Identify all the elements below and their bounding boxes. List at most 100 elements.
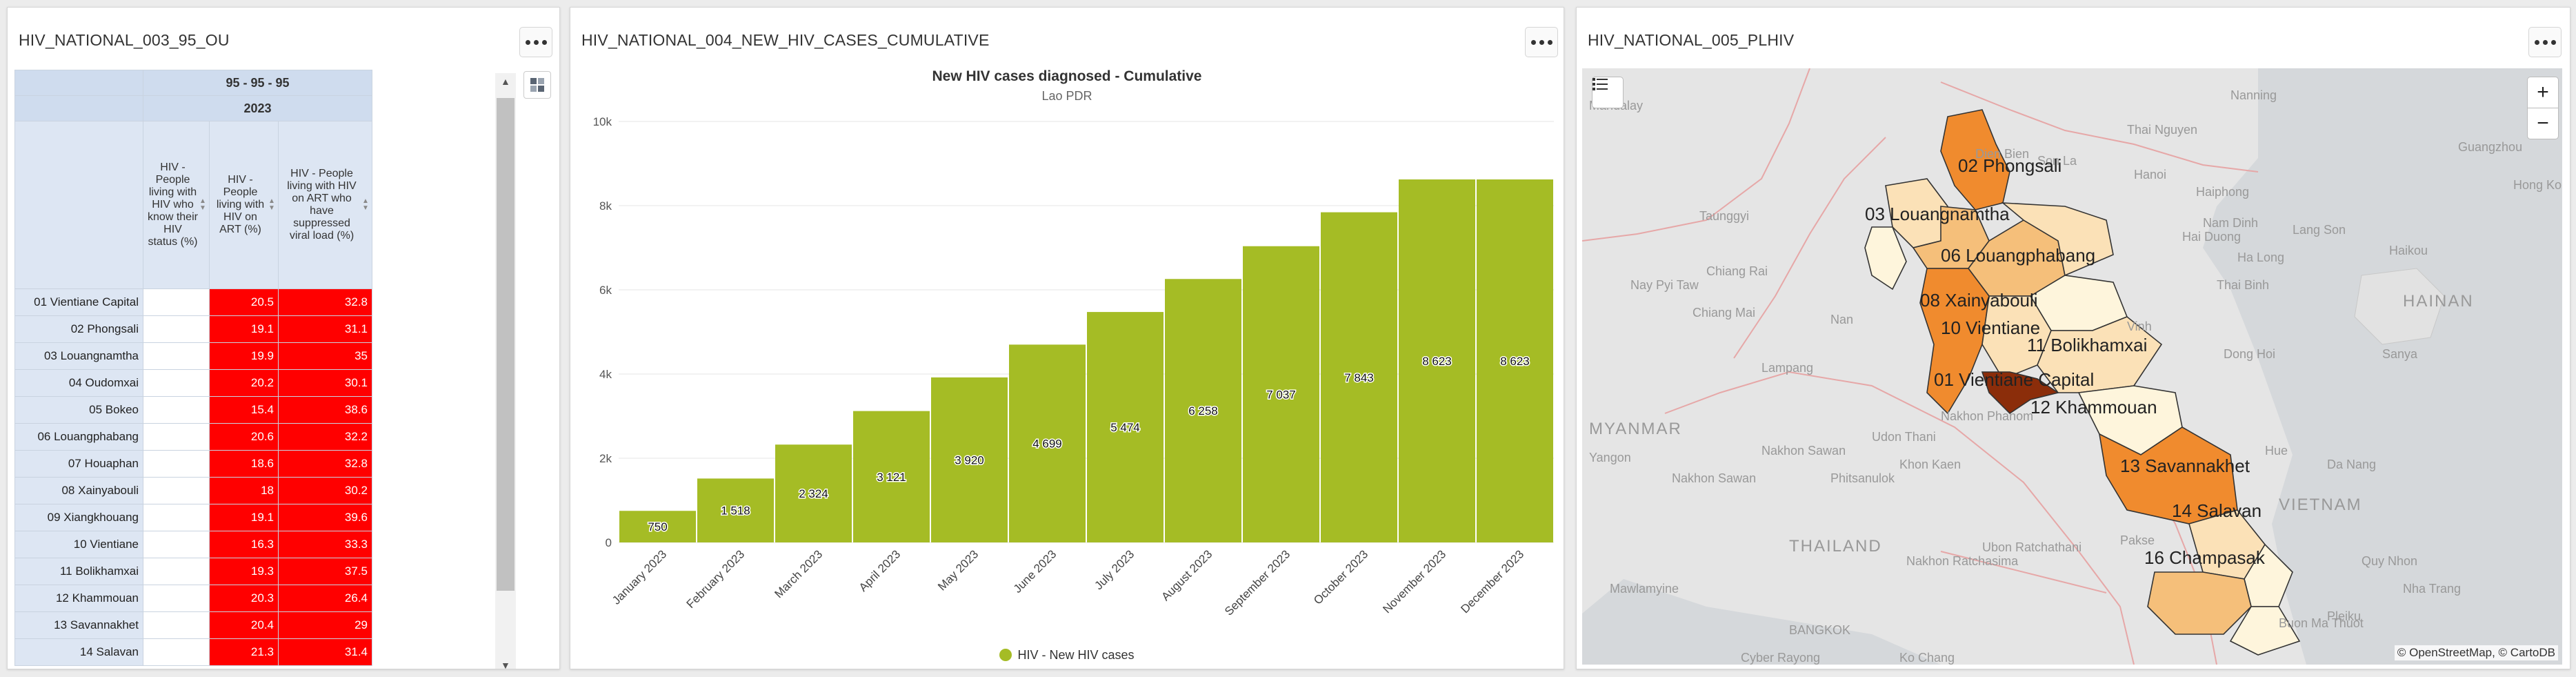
row-label: 11 Bolikhamxai [14,558,143,585]
row-label: 01 Vientiane Capital [14,288,143,316]
sort-icon[interactable]: ▲ ▼ [199,198,206,212]
bar-value-label: 3 121 [877,471,906,484]
table-corner [14,70,143,96]
header-group: 95 - 95 - 95 [143,70,372,96]
base-map-label: Lang Son [2293,223,2346,237]
table-cell [143,585,210,612]
more-options-button[interactable] [519,27,552,57]
scrollbar-thumb[interactable] [497,98,515,591]
column-header[interactable]: HIV - People living with HIV on ART who … [278,121,372,289]
base-map-label: Hai Duong [2182,230,2241,244]
table-cell [143,611,210,639]
row-label: 14 Salavan [14,638,143,666]
panel-title: HIV_NATIONAL_003_95_OU [19,31,230,49]
table-cell [143,638,210,666]
legend-label: HIV - New HIV cases [1017,648,1135,662]
base-map-label: Thai Binh [2217,278,2269,292]
base-map-label: Cyber Rayong [1741,651,1820,665]
x-tick-label: March 2023 [772,547,825,600]
base-map-label: Nay Pyi Taw [1630,278,1699,292]
table-cell: 35 [278,342,372,370]
sort-icon[interactable]: ▲ ▼ [362,198,369,212]
table-row: 11 Bolikhamxai 19.3 37.5 [14,558,372,585]
province-champasak[interactable] [2147,571,2252,635]
chart-legend[interactable]: HIV - New HIV cases [570,648,1564,663]
zoom-out-button[interactable]: − [2527,108,2559,139]
table-cell: 33.3 [278,531,372,558]
table-cell: 39.6 [278,504,372,531]
x-tick-label: February 2023 [684,547,748,611]
table-cell: 20.6 [209,423,279,451]
row-label: 02 Phongsali [14,315,143,343]
table-cell [143,315,210,343]
base-map-label: Pakse [2120,533,2155,547]
table-cell: 19.1 [209,315,279,343]
column-header-label: HIV - People living with HIV on ART (%) [216,174,265,235]
base-map-label: Guangzhou [2458,140,2522,154]
table-row: 13 Savannakhet 20.4 29 [14,611,372,639]
base-map-label: Khon Kaen [1899,458,1961,471]
base-map-label: Ko Chang [1899,651,1955,665]
bar-value-label: 750 [648,520,667,533]
table-cell: 37.5 [278,558,372,585]
column-header[interactable]: HIV - People living with HIV on ART (%) ▲… [209,121,279,289]
sort-icon[interactable]: ▲ ▼ [268,198,275,212]
base-map-label: Nan [1830,313,1853,326]
base-map-label: Udon Thani [1872,430,1936,444]
row-label: 09 Xiangkhouang [14,504,143,531]
province-label: 11 Bolikhamxai [2027,335,2147,355]
table-layout-icon[interactable] [523,71,551,99]
column-header[interactable]: HIV - People living with HIV who know th… [143,121,210,289]
base-map-label: Ubon Ratchathani [1982,540,2081,554]
province-bokeo[interactable] [1864,226,1907,291]
base-map-label: THAILAND [1789,537,1882,556]
base-map-label: Buon Ma Thuot [2279,616,2364,630]
scroll-down-icon[interactable]: ▼ [501,660,510,669]
table-corner [14,121,143,289]
base-map-label: Haikou [2389,244,2428,257]
x-tick-label: May 2023 [935,547,981,593]
base-map-label: Mawlamyine [1610,582,1679,596]
province-label: 13 Savannakhet [2120,455,2250,476]
table-cell [143,504,210,531]
dot-icon [2542,39,2548,45]
table-row: 03 Louangnamtha 19.9 35 [14,342,372,370]
table-row: 09 Xiangkhouang 19.1 39.6 [14,504,372,531]
province-label: 06 Louangphabang [1941,245,2095,266]
panel-chart: HIV_NATIONAL_004_NEW_HIV_CASES_CUMULATIV… [570,7,1564,669]
bar-value-label: 8 623 [1500,355,1530,368]
zoom-in-button[interactable]: + [2527,77,2559,108]
table-cell [143,531,210,558]
table-cell: 32.8 [278,450,372,478]
table-row: 12 Khammouan 20.3 26.4 [14,585,372,612]
table-cell [143,396,210,424]
table-row: 05 Bokeo 15.4 38.6 [14,396,372,424]
table-row: 07 Houaphan 18.6 32.8 [14,450,372,478]
panel-title: HIV_NATIONAL_005_PLHIV [1588,31,1795,49]
base-map-label: Sanya [2382,347,2418,361]
grid-icon [530,78,544,92]
more-options-button[interactable] [2528,27,2562,57]
bar-value-label: 1 518 [721,504,750,518]
map-attribution[interactable]: © OpenStreetMap, © CartoDB [2394,645,2558,660]
table-cell: 16.3 [209,531,279,558]
base-map-label: VIETNAM [2279,496,2362,514]
table-cell: 21.3 [209,638,279,666]
bar-value-label: 5 474 [1110,421,1140,434]
list-icon [1592,78,1608,90]
vertical-scrollbar[interactable]: ▲ ▼ [495,73,516,669]
table-corner [14,95,143,121]
layers-icon[interactable] [1592,77,1624,108]
scroll-up-icon[interactable]: ▲ [501,76,510,87]
table-row: 10 Vientiane 16.3 33.3 [14,531,372,558]
bar-value-label: 6 258 [1188,404,1218,418]
map-svg: Nanning Guangzhou Hong Kong Haikou HAINAN San… [1582,68,2562,665]
province-label: 14 Salavan [2172,500,2262,521]
y-tick-label: 6k [599,284,612,297]
base-map-label: Nakhon Sawan [1761,444,1846,458]
dot-icon [525,39,530,45]
bar-value-label: 3 920 [955,453,984,467]
map-canvas[interactable]: Nanning Guangzhou Hong Kong Haikou HAINAN San… [1582,68,2562,665]
base-map-label: Phitsanulok [1830,471,1895,485]
table-cell: 15.4 [209,396,279,424]
